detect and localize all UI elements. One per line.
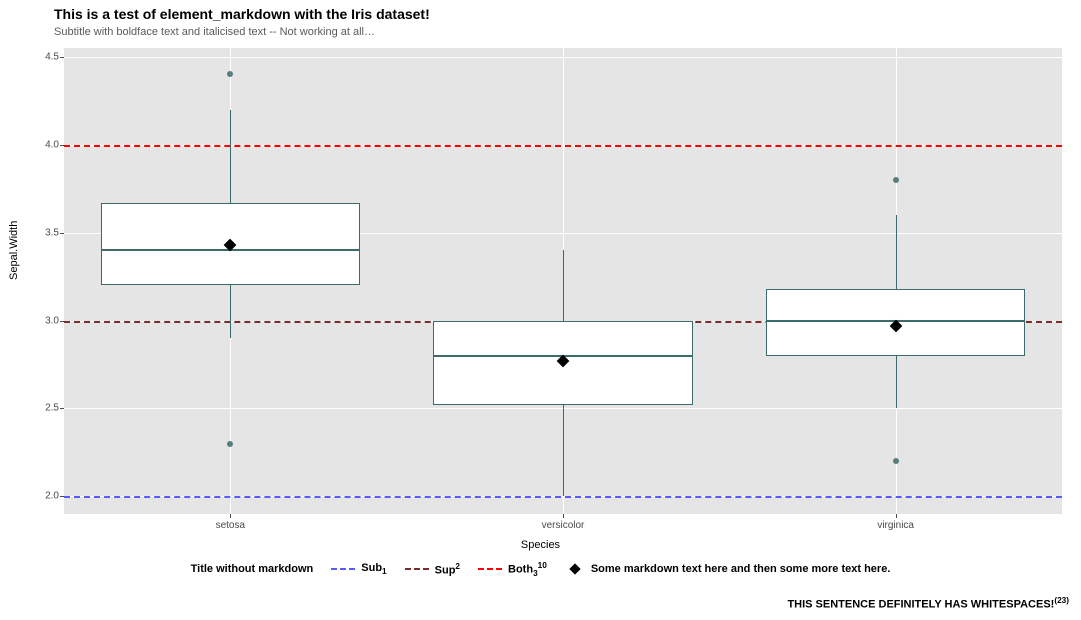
legend-key-diamond-icon [569, 564, 580, 575]
y-axis-label: Sepal.Width [8, 221, 20, 280]
legend-item-sup: Sup2 [405, 562, 460, 577]
x-tick-label: virginica [877, 520, 914, 531]
whisker-lower [230, 285, 231, 338]
legend-item-sub: Sub1 [331, 562, 386, 576]
y-tick-label: 4.0 [29, 139, 59, 150]
plot-panel [64, 48, 1062, 514]
outlier-point [227, 441, 233, 447]
outlier-point [893, 458, 899, 464]
reference-line [64, 496, 1062, 498]
whisker-upper [230, 110, 231, 203]
plot-subtitle: Subtitle with boldface text and italicis… [54, 26, 375, 38]
legend-item-shape: Some markdown text here and then some mo… [565, 563, 891, 575]
x-tick [563, 514, 564, 518]
whisker-upper [563, 250, 564, 320]
legend-label-shape: Some markdown text here and then some mo… [591, 563, 891, 575]
outlier-point [227, 71, 233, 77]
x-tick [896, 514, 897, 518]
legend-key-line-sub [331, 568, 355, 570]
legend-label-sub: Sub1 [361, 562, 386, 576]
legend: Title without markdown Sub1 Sup2 Both310… [0, 561, 1081, 578]
whisker-lower [896, 356, 897, 409]
y-tick-label: 4.5 [29, 51, 59, 62]
whisker-lower [563, 405, 564, 496]
legend-label-sup: Sup2 [435, 562, 460, 577]
legend-key-line-sup [405, 568, 429, 570]
legend-title: Title without markdown [191, 563, 314, 575]
plot-caption: THIS SENTENCE DEFINITELY HAS WHITESPACES… [787, 596, 1069, 611]
y-tick-label: 2.5 [29, 403, 59, 414]
legend-item-both: Both310 [478, 561, 547, 578]
x-tick-label: versicolor [542, 520, 585, 531]
y-tick-label: 3.0 [29, 315, 59, 326]
plot-title: This is a test of element_markdown with … [54, 6, 430, 22]
y-tick-label: 2.0 [29, 491, 59, 502]
legend-key-line-both [478, 568, 502, 570]
x-tick-label: setosa [216, 520, 245, 531]
x-axis-label: Species [0, 539, 1081, 551]
y-tick-label: 3.5 [29, 227, 59, 238]
chart-root: This is a test of element_markdown with … [0, 0, 1081, 620]
x-tick [230, 514, 231, 518]
reference-line [64, 145, 1062, 147]
outlier-point [893, 177, 899, 183]
whisker-upper [896, 215, 897, 289]
legend-label-both: Both310 [508, 561, 547, 578]
